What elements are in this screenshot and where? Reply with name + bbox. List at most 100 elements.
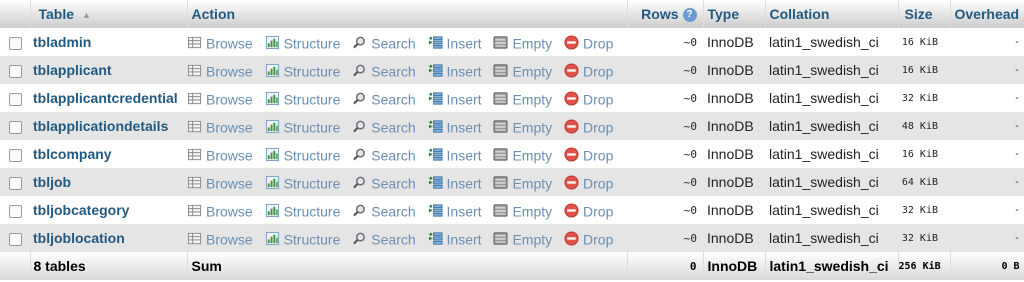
search-action[interactable]: Search bbox=[352, 34, 416, 51]
row-checkbox[interactable] bbox=[8, 176, 22, 190]
empty-label: Empty bbox=[512, 146, 553, 163]
structure-action[interactable]: Structure bbox=[265, 202, 340, 219]
table-name-link[interactable]: tblapplicant bbox=[30, 56, 187, 84]
row-checkbox[interactable] bbox=[8, 232, 22, 246]
header-type[interactable]: Type bbox=[703, 0, 766, 28]
drop-action[interactable]: Drop bbox=[564, 146, 613, 163]
insert-action[interactable]: Insert bbox=[428, 62, 482, 79]
drop-action[interactable]: Drop bbox=[564, 62, 613, 79]
insert-label: Insert bbox=[446, 202, 482, 219]
header-size[interactable]: Size bbox=[898, 0, 951, 28]
search-action[interactable]: Search bbox=[352, 146, 416, 163]
drop-label: Drop bbox=[583, 90, 614, 107]
drop-action[interactable]: Drop bbox=[564, 202, 613, 219]
insert-label: Insert bbox=[446, 230, 482, 247]
empty-action[interactable]: Empty bbox=[493, 62, 552, 79]
structure-action[interactable]: Structure bbox=[265, 230, 340, 247]
structure-label: Structure bbox=[283, 146, 341, 163]
browse-action[interactable]: Browse bbox=[187, 230, 253, 247]
browse-action[interactable]: Browse bbox=[187, 202, 253, 219]
header-collation[interactable]: Collation bbox=[765, 0, 899, 28]
search-action[interactable]: Search bbox=[352, 202, 416, 219]
drop-label: Drop bbox=[583, 202, 614, 219]
drop-icon bbox=[564, 91, 579, 106]
table-name-link[interactable]: tbljoblocation bbox=[30, 224, 187, 252]
structure-action[interactable]: Structure bbox=[265, 62, 340, 79]
table-name-link[interactable]: tbljobcategory bbox=[30, 196, 187, 224]
row-checkbox-cell bbox=[0, 224, 30, 252]
structure-action[interactable]: Structure bbox=[265, 174, 340, 191]
browse-action[interactable]: Browse bbox=[187, 90, 253, 107]
row-actions: Browse Structure Search Insert Empty Dro… bbox=[187, 112, 627, 140]
structure-action[interactable]: Structure bbox=[265, 34, 340, 51]
empty-action[interactable]: Empty bbox=[493, 90, 552, 107]
drop-action[interactable]: Drop bbox=[564, 34, 613, 51]
empty-action[interactable]: Empty bbox=[493, 146, 552, 163]
insert-action[interactable]: Insert bbox=[428, 174, 482, 191]
drop-icon bbox=[564, 231, 579, 246]
collation: latin1_swedish_ci bbox=[769, 90, 879, 106]
collation: latin1_swedish_ci bbox=[769, 118, 879, 134]
row-checkbox[interactable] bbox=[8, 64, 22, 78]
row-count: ~0 bbox=[683, 175, 697, 189]
table-size: 32 KiB bbox=[901, 204, 938, 216]
drop-action[interactable]: Drop bbox=[564, 90, 613, 107]
empty-table-icon bbox=[493, 176, 508, 190]
table-name-link[interactable]: tblapplicantcredential bbox=[30, 84, 187, 112]
row-count: ~0 bbox=[683, 91, 697, 105]
row-checkbox[interactable] bbox=[8, 120, 22, 134]
search-action[interactable]: Search bbox=[352, 90, 416, 107]
browse-action[interactable]: Browse bbox=[187, 146, 253, 163]
drop-label: Drop bbox=[583, 62, 614, 79]
browse-action[interactable]: Browse bbox=[187, 174, 253, 191]
structure-action[interactable]: Structure bbox=[265, 118, 340, 135]
row-checkbox[interactable] bbox=[8, 92, 22, 106]
empty-action[interactable]: Empty bbox=[493, 174, 552, 191]
empty-action[interactable]: Empty bbox=[493, 118, 552, 135]
row-checkbox[interactable] bbox=[8, 204, 22, 218]
help-icon[interactable]: ? bbox=[682, 8, 697, 23]
browse-action[interactable]: Browse bbox=[187, 34, 253, 51]
insert-action[interactable]: Insert bbox=[428, 146, 482, 163]
summary-table-count: 8 tables bbox=[30, 252, 188, 280]
empty-action[interactable]: Empty bbox=[493, 230, 552, 247]
table-name-link[interactable]: tbladmin bbox=[30, 28, 187, 56]
header-overhead[interactable]: Overhead bbox=[950, 0, 1024, 28]
search-label: Search bbox=[371, 34, 416, 51]
overhead: - bbox=[1013, 64, 1020, 76]
table-name-link[interactable]: tblcompany bbox=[30, 140, 187, 168]
drop-label: Drop bbox=[583, 174, 614, 191]
insert-action[interactable]: Insert bbox=[428, 230, 482, 247]
table-name-link[interactable]: tbljob bbox=[30, 168, 187, 196]
storage-engine: InnoDB bbox=[707, 146, 754, 162]
header-table[interactable]: Table ▲ bbox=[30, 0, 188, 28]
row-checkbox[interactable] bbox=[8, 148, 22, 162]
row-checkbox-cell bbox=[0, 28, 30, 56]
insert-action[interactable]: Insert bbox=[428, 118, 482, 135]
browse-action[interactable]: Browse bbox=[187, 62, 253, 79]
insert-action[interactable]: Insert bbox=[428, 90, 482, 107]
drop-action[interactable]: Drop bbox=[564, 174, 613, 191]
insert-action[interactable]: Insert bbox=[428, 34, 482, 51]
header-rows[interactable]: Rows? bbox=[627, 0, 704, 28]
table-size: 16 KiB bbox=[901, 64, 938, 76]
search-action[interactable]: Search bbox=[352, 118, 416, 135]
browse-action[interactable]: Browse bbox=[187, 118, 253, 135]
browse-label: Browse bbox=[206, 174, 253, 191]
search-action[interactable]: Search bbox=[352, 62, 416, 79]
empty-action[interactable]: Empty bbox=[493, 34, 552, 51]
insert-action[interactable]: Insert bbox=[428, 202, 482, 219]
row-checkbox[interactable] bbox=[8, 36, 22, 50]
structure-icon bbox=[265, 120, 279, 134]
structure-action[interactable]: Structure bbox=[265, 90, 340, 107]
storage-engine: InnoDB bbox=[707, 174, 754, 190]
empty-action[interactable]: Empty bbox=[493, 202, 552, 219]
drop-action[interactable]: Drop bbox=[564, 230, 613, 247]
search-action[interactable]: Search bbox=[352, 230, 416, 247]
table-name-link[interactable]: tblapplicationdetails bbox=[30, 112, 187, 140]
overhead: - bbox=[1013, 204, 1020, 216]
search-action[interactable]: Search bbox=[352, 174, 416, 191]
empty-table-icon bbox=[493, 204, 508, 218]
structure-action[interactable]: Structure bbox=[265, 146, 341, 163]
drop-action[interactable]: Drop bbox=[564, 118, 613, 135]
